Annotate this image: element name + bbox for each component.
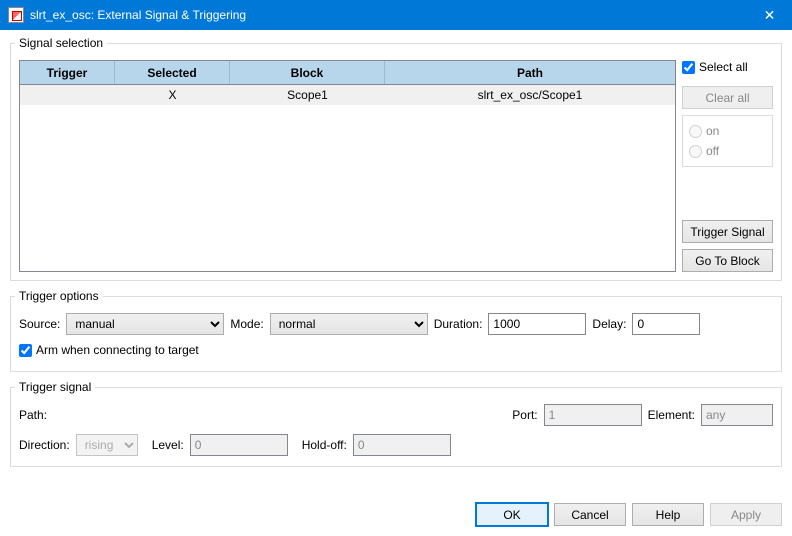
arm-row[interactable]: Arm when connecting to target [19,343,773,357]
level-input[interactable] [190,434,288,456]
on-off-group: on off [682,115,773,167]
holdoff-input[interactable] [353,434,451,456]
off-label: off [706,144,719,158]
cell-path: slrt_ex_osc/Scope1 [385,85,675,105]
element-label: Element: [648,408,695,422]
off-radio[interactable] [689,145,702,158]
mode-label: Mode: [230,317,263,331]
window-title: slrt_ex_osc: External Signal & Triggerin… [30,8,747,22]
spacer [682,173,773,214]
apply-button[interactable]: Apply [710,503,782,526]
source-label: Source: [19,317,60,331]
trigger-signal-row2: Direction: rising Level: Hold-off: [19,434,773,456]
table-row[interactable]: X Scope1 slrt_ex_osc/Scope1 [20,85,675,105]
mode-select[interactable]: normal [270,313,428,335]
bottom-buttons: OK Cancel Help Apply [10,499,782,526]
clear-all-button[interactable]: Clear all [682,86,773,109]
level-label: Level: [152,438,184,452]
path-label: Path: [19,408,49,422]
cell-trigger [20,85,115,105]
trigger-options-legend: Trigger options [15,289,103,303]
side-panel: Select all Clear all on off Trigger Sign… [682,60,773,272]
ok-button[interactable]: OK [476,503,548,526]
on-label: on [706,124,719,138]
select-all-label: Select all [699,60,748,74]
help-button[interactable]: Help [632,503,704,526]
direction-select[interactable]: rising [76,434,138,456]
table-header: Trigger Selected Block Path [20,61,675,85]
arm-label: Arm when connecting to target [36,343,199,357]
holdoff-label: Hold-off: [302,438,347,452]
on-row: on [689,124,766,138]
goto-block-button[interactable]: Go To Block [682,249,773,272]
duration-label: Duration: [434,317,483,331]
signal-selection-body: Trigger Selected Block Path X Scope1 slr… [19,60,773,272]
select-all-row[interactable]: Select all [682,60,773,74]
trigger-signal-legend: Trigger signal [15,380,95,394]
col-header-block[interactable]: Block [230,61,385,84]
trigger-signal-group: Trigger signal Path: Port: Element: Dire… [10,380,782,467]
arm-checkbox[interactable] [19,344,32,357]
trigger-signal-button[interactable]: Trigger Signal [682,220,773,243]
app-icon [8,7,24,23]
cell-selected: X [115,85,230,105]
delay-label: Delay: [592,317,626,331]
trigger-options-row1: Source: manual Mode: normal Duration: De… [19,313,773,335]
col-header-path[interactable]: Path [385,61,675,84]
off-row: off [689,144,766,158]
port-label: Port: [512,408,537,422]
cell-block: Scope1 [230,85,385,105]
delay-input[interactable] [632,313,700,335]
source-select[interactable]: manual [66,313,224,335]
title-bar: slrt_ex_osc: External Signal & Triggerin… [0,0,792,30]
signal-selection-legend: Signal selection [15,36,107,50]
cancel-button[interactable]: Cancel [554,503,626,526]
element-input[interactable] [701,404,773,426]
select-all-checkbox[interactable] [682,61,695,74]
signal-table[interactable]: Trigger Selected Block Path X Scope1 slr… [19,60,676,272]
on-radio[interactable] [689,125,702,138]
content-area: Signal selection Trigger Selected Block … [0,30,792,536]
signal-selection-group: Signal selection Trigger Selected Block … [10,36,782,281]
close-icon[interactable]: ✕ [747,0,792,30]
duration-input[interactable] [488,313,586,335]
col-header-selected[interactable]: Selected [115,61,230,84]
trigger-options-group: Trigger options Source: manual Mode: nor… [10,289,782,372]
direction-label: Direction: [19,438,70,452]
col-header-trigger[interactable]: Trigger [20,61,115,84]
trigger-signal-row1: Path: Port: Element: [19,404,773,426]
port-input[interactable] [544,404,642,426]
